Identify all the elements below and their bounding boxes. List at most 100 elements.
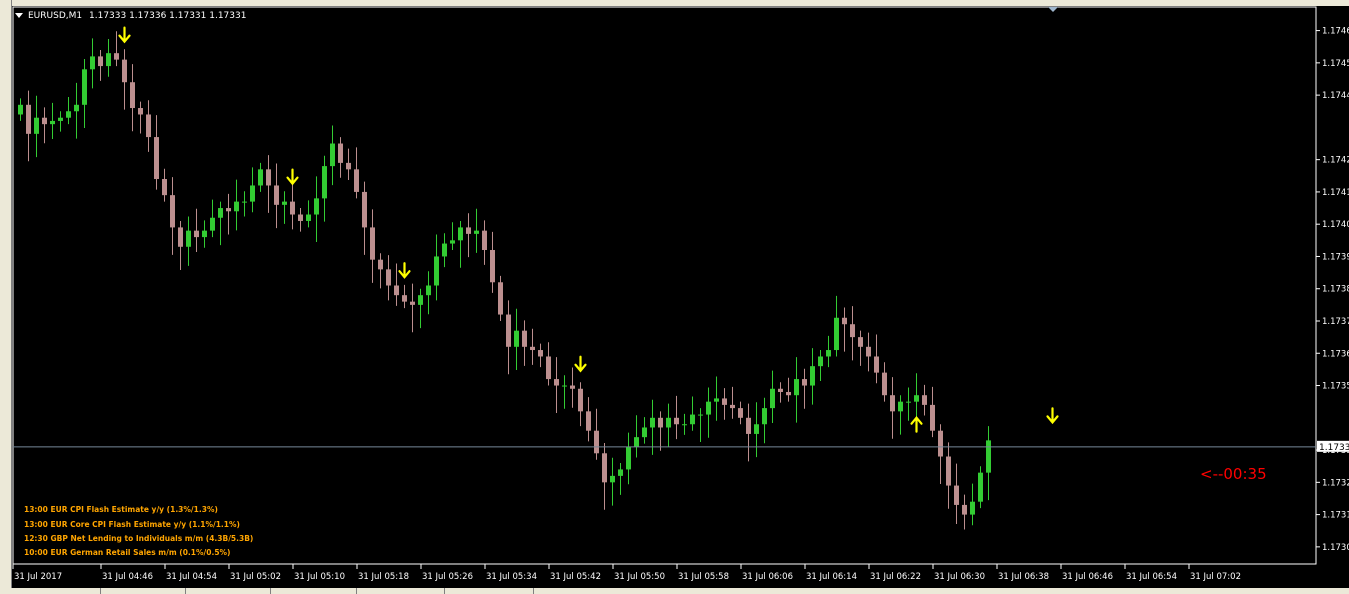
bear-candle: [122, 59, 127, 83]
bull-candle: [258, 169, 263, 186]
candles: [18, 31, 991, 530]
bull-candle: [250, 185, 255, 202]
x-tick-label: 31 Jul 06:14: [806, 572, 857, 582]
bull-candle: [218, 208, 223, 218]
bear-candle: [546, 356, 551, 380]
bull-candle: [210, 217, 215, 231]
chart-shift-marker-icon[interactable]: [1048, 7, 1058, 12]
bull-candle: [714, 398, 719, 402]
y-tick-label: 1.17320: [1322, 478, 1349, 488]
x-tick-label: 31 Jul 04:46: [102, 572, 153, 582]
bull-candle: [978, 472, 983, 502]
bear-candle: [746, 417, 751, 434]
x-tick-label: 31 Jul 04:54: [166, 572, 217, 582]
bull-candle: [514, 330, 519, 347]
left-window-edge: [0, 0, 12, 594]
y-tick-label: 1.17440: [1322, 91, 1349, 101]
current-price-label: 1.17331: [1319, 443, 1349, 453]
signal-arrows: [118, 26, 1059, 433]
chart-menu-triangle-icon[interactable]: [15, 13, 23, 18]
y-tick-label: 1.17400: [1322, 220, 1349, 230]
bull-candle: [810, 366, 815, 386]
bear-candle: [946, 456, 951, 486]
news-item: 10:00 EUR German Retail Sales m/m (0.1%/…: [24, 548, 230, 557]
x-tick-label: 31 Jul 06:38: [998, 572, 1049, 582]
tab-separator: [270, 588, 271, 594]
bull-candle: [58, 117, 63, 121]
bull-candle: [18, 104, 23, 115]
bear-candle: [26, 104, 31, 134]
bull-candle: [610, 475, 615, 483]
bear-candle: [98, 56, 103, 67]
bear-candle: [170, 195, 175, 228]
x-tick-label: 31 Jul 05:10: [294, 572, 345, 582]
sell-arrow-icon: [398, 262, 411, 279]
candlestick-chart[interactable]: 1.17460 1.17450 1.17440 1.17420 1.17410 1.174…: [12, 6, 1349, 588]
bear-candle: [722, 398, 727, 405]
y-tick-label: 1.17350: [1322, 382, 1349, 392]
bull-candle: [834, 317, 839, 351]
time-axis: 31 Jul 2017 31 Jul 04:46 31 Jul 04:54 31 Ju…: [12, 564, 1241, 582]
bar-countdown: <--00:35: [1200, 465, 1267, 483]
bear-candle: [386, 269, 391, 286]
x-tick-label: 31 Jul 05:02: [230, 572, 281, 582]
y-tick-label: 1.17360: [1322, 349, 1349, 359]
bear-candle: [730, 404, 735, 409]
y-tick-label: 1.17310: [1322, 511, 1349, 521]
bull-candle: [650, 417, 655, 428]
x-tick-label: 31 Jul 06:46: [1062, 572, 1113, 582]
bear-candle: [538, 350, 543, 357]
bear-candle: [346, 162, 351, 170]
bull-candle: [794, 379, 799, 396]
bear-candle: [530, 346, 535, 351]
bull-candle: [770, 388, 775, 409]
bear-candle: [362, 191, 367, 228]
bear-candle: [890, 395, 895, 412]
bear-candle: [802, 379, 807, 386]
bear-candle: [594, 430, 599, 454]
bull-candle: [458, 227, 463, 241]
x-tick-label: 31 Jul 07:02: [1190, 572, 1241, 582]
bear-candle: [602, 453, 607, 483]
chart-tabs-bar[interactable]: [0, 588, 1349, 594]
tab-separator: [356, 588, 357, 594]
bear-candle: [226, 208, 231, 212]
bull-candle: [106, 53, 111, 67]
bear-candle: [42, 117, 47, 125]
price-axis: 1.17460 1.17450 1.17440 1.17420 1.17410 1.174…: [1316, 27, 1349, 553]
bear-candle: [154, 137, 159, 180]
bull-candle: [898, 401, 903, 412]
bull-candle: [562, 385, 567, 387]
news-item: 13:00 EUR Core CPI Flash Estimate y/y (1…: [24, 520, 240, 529]
bull-candle: [698, 414, 703, 416]
x-tick-label: 31 Jul 06:30: [934, 572, 985, 582]
bull-candle: [34, 117, 39, 134]
bear-candle: [674, 417, 679, 425]
chart-window[interactable]: 1.17460 1.17450 1.17440 1.17420 1.17410 1.174…: [12, 6, 1349, 588]
bear-candle: [354, 169, 359, 192]
y-tick-label: 1.17390: [1322, 252, 1349, 262]
bear-candle: [866, 346, 871, 357]
bear-candle: [882, 372, 887, 396]
bear-candle: [962, 504, 967, 515]
x-tick-label: 31 Jul 06:06: [742, 572, 793, 582]
y-tick-label: 1.17450: [1322, 59, 1349, 69]
bear-candle: [130, 82, 135, 109]
bear-candle: [858, 337, 863, 347]
bull-candle: [314, 198, 319, 215]
bear-candle: [114, 53, 119, 60]
bull-candle: [434, 256, 439, 286]
bear-candle: [842, 317, 847, 325]
bull-candle: [74, 104, 79, 112]
bull-candle: [818, 356, 823, 367]
bull-candle: [50, 120, 55, 125]
bear-candle: [490, 250, 495, 283]
bull-candle: [322, 166, 327, 199]
bull-candle: [754, 424, 759, 434]
bear-candle: [194, 230, 199, 238]
bull-candle: [618, 469, 623, 476]
bear-candle: [498, 282, 503, 315]
bear-candle: [178, 227, 183, 247]
bear-candle: [298, 214, 303, 221]
bull-candle: [450, 240, 455, 244]
